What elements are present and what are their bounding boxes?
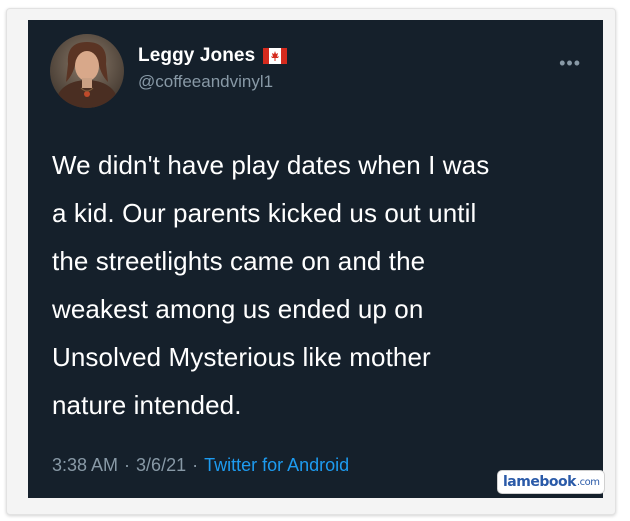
canada-flag-icon: [263, 48, 288, 64]
tweet-date[interactable]: 3/6/21: [136, 455, 186, 476]
user-info: Leggy Jones @coffeeandvinyl1: [138, 44, 288, 92]
tweet-text: We didn't have play dates when I was a k…: [52, 141, 582, 429]
separator: ·: [192, 455, 199, 475]
avatar[interactable]: [50, 34, 124, 108]
lamebook-watermark: lamebook .com: [497, 470, 606, 494]
tweet-text-line: nature intended.: [52, 390, 242, 420]
ellipsis-icon[interactable]: •••: [559, 54, 581, 72]
display-name[interactable]: Leggy Jones: [138, 45, 255, 67]
tweet-text-line: weakest among us ended up on: [52, 294, 424, 324]
user-handle[interactable]: @coffeeandvinyl1: [138, 72, 287, 92]
tweet-card: Leggy Jones @coffeeandvinyl1 ••• We didn…: [28, 20, 603, 498]
tweet-text-line: the streetlights came on and the: [52, 246, 426, 276]
tweet-text-line: We didn't have play dates when I was: [52, 150, 490, 180]
tweet-text-line: Unsolved Mysterious like mother: [52, 342, 431, 372]
watermark-name: lamebook: [503, 474, 576, 490]
tweet-time[interactable]: 3:38 AM: [52, 455, 118, 476]
tweet-meta: 3:38 AM · 3/6/21 · Twitter for Android: [52, 455, 349, 476]
tweet-source-link[interactable]: Twitter for Android: [204, 455, 349, 476]
watermark-suffix: .com: [576, 476, 600, 488]
separator: ·: [124, 455, 131, 475]
tweet-text-line: a kid. Our parents kicked us out until: [52, 198, 477, 228]
